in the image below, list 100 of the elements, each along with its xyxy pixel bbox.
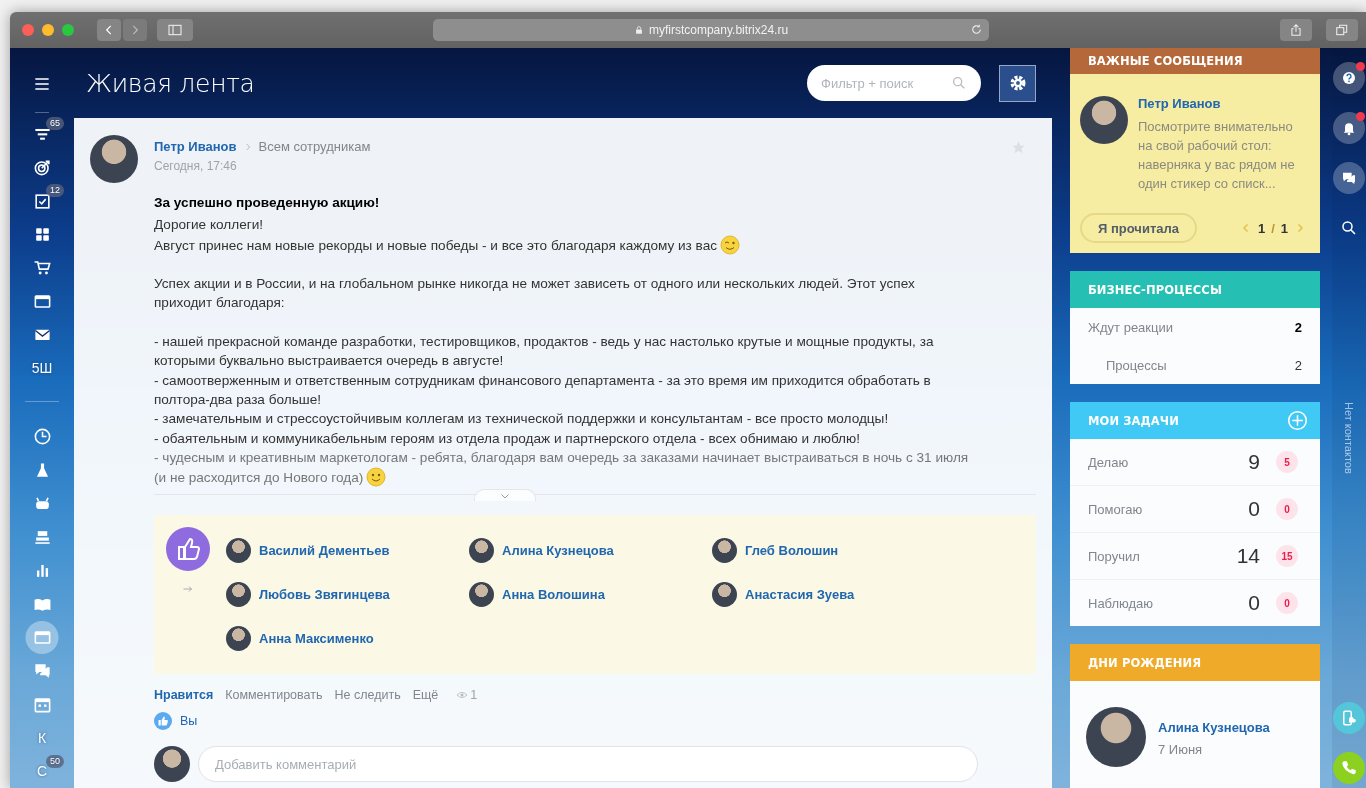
comment-field[interactable]: Добавить комментарий bbox=[198, 746, 978, 783]
notification-dot bbox=[1356, 112, 1365, 121]
message-text: Посмотрите внимательно на свой рабочий стол: наверняка у вас рядом не один стикер со списк... bbox=[1138, 118, 1296, 193]
widget-header: БИЗНЕС-ПРОЦЕССЫ bbox=[1070, 271, 1320, 308]
toolbar-button[interactable] bbox=[1333, 62, 1365, 94]
smiling-face-icon bbox=[366, 467, 387, 488]
phone-cloud-icon bbox=[1340, 709, 1358, 727]
person-link[interactable]: Глеб Волошин bbox=[745, 542, 839, 558]
avatar bbox=[226, 625, 251, 651]
sidebar-button[interactable]: 12 bbox=[18, 184, 66, 218]
process-count: 2 bbox=[1294, 357, 1302, 373]
post-text: Успех акции и в России, и на глобальном рынке никогда не может зависеть от одного или нескольких людей. Этот успех приходит благодаря: bbox=[154, 275, 916, 313]
search-field[interactable]: Фильтр + поиск bbox=[807, 65, 981, 101]
thumbs-up-icon bbox=[154, 712, 172, 731]
read-button[interactable]: Я прочитала bbox=[1080, 213, 1197, 243]
thumbs-up-icon bbox=[166, 527, 210, 572]
lock-icon bbox=[633, 25, 644, 35]
sidebar-toggle-button[interactable] bbox=[157, 19, 193, 41]
page-title: Живая лента bbox=[86, 68, 255, 98]
task-count: 14 bbox=[1235, 544, 1260, 568]
back-button[interactable] bbox=[97, 19, 121, 41]
window-control-icon bbox=[42, 24, 54, 36]
action-link[interactable]: Ещё bbox=[412, 688, 439, 703]
bell-icon bbox=[1341, 120, 1357, 136]
post-date: Сегодня, 17:46 bbox=[154, 159, 238, 173]
sidebar-item[interactable]: С 50 bbox=[18, 754, 66, 788]
person-link[interactable]: Анна Максименко bbox=[259, 630, 374, 646]
process-link[interactable]: Процессы bbox=[1106, 357, 1167, 373]
post-text: Дорогие коллеги! bbox=[154, 216, 265, 235]
person-link[interactable]: Любовь Звягинцева bbox=[259, 586, 390, 602]
person-link[interactable]: Алина Кузнецова bbox=[1158, 719, 1270, 735]
widget-header: ВАЖНЫЕ СООБЩЕНИЯ bbox=[1070, 48, 1320, 74]
sidebar-button[interactable]: 65 bbox=[18, 117, 66, 151]
add-icon[interactable] bbox=[1287, 410, 1308, 431]
share-button[interactable] bbox=[1280, 19, 1312, 41]
post-title: За успешно проведенную акцию! bbox=[154, 194, 381, 212]
counter-badge: 5 bbox=[1276, 451, 1298, 473]
task-link[interactable]: Делаю bbox=[1088, 454, 1220, 470]
reload-icon bbox=[970, 23, 983, 36]
post-text: - нашей прекрасной команде разработки, тестировщиков, продактов - ведь у нас настолько крутые и мощные продукты, за которыми буквально выстраивается очередь в августе! bbox=[154, 333, 935, 371]
author-link[interactable]: Петр Иванов bbox=[154, 139, 237, 154]
avatar bbox=[1080, 96, 1128, 144]
tabs-button[interactable] bbox=[1326, 19, 1358, 41]
window-control-icon bbox=[62, 24, 74, 36]
toolbar-button[interactable] bbox=[1333, 112, 1365, 144]
task-link[interactable]: Помогаю bbox=[1088, 501, 1220, 517]
search-icon bbox=[1340, 219, 1358, 237]
avatar bbox=[469, 537, 494, 563]
action-link[interactable]: Комментировать bbox=[225, 688, 323, 703]
post-text: Август принес нам новые рекорды и новые победы - и все это благодаря каждому из вас bbox=[154, 234, 972, 255]
share-icon bbox=[1289, 23, 1303, 37]
avatar bbox=[154, 746, 190, 783]
task-count: 0 bbox=[1247, 497, 1260, 521]
forward-button[interactable] bbox=[123, 19, 147, 41]
action-link[interactable]: Не следить bbox=[334, 688, 401, 703]
post-text: - обаятельным и коммуникабельным героям из отдела продаж и партнерского отдела - всех обнимаю и люблю! bbox=[154, 429, 862, 448]
person-link[interactable]: Василий Дементьев bbox=[259, 542, 390, 558]
task-count: 0 bbox=[1247, 591, 1260, 615]
sidebar-item[interactable]: 5Ш bbox=[18, 351, 66, 386]
checkbox-icon bbox=[32, 191, 52, 211]
task-link[interactable]: Наблюдаю bbox=[1088, 595, 1220, 611]
sidebar-icon bbox=[167, 22, 183, 38]
person-link[interactable]: Анастасия Зуева bbox=[745, 586, 855, 602]
call-button[interactable] bbox=[1333, 752, 1365, 784]
toolbar-button[interactable] bbox=[1333, 162, 1365, 194]
phone-button[interactable] bbox=[1333, 702, 1365, 734]
window-control-icon bbox=[22, 24, 34, 36]
search-icon bbox=[951, 75, 967, 91]
winking-face-icon bbox=[720, 234, 741, 255]
chat-icon bbox=[1341, 170, 1357, 186]
widget-title: МОИ ЗАДАЧИ bbox=[1088, 413, 1179, 428]
process-link[interactable]: Ждут реакции bbox=[1088, 319, 1173, 335]
url-text: myfirstcompany.bitrix24.ru bbox=[648, 23, 789, 37]
widget-header: ДНИ РОЖДЕНИЯ bbox=[1070, 644, 1320, 681]
target-icon bbox=[32, 158, 52, 178]
post-text: - чудесным и креативным маркетологам - ребята, благодаря вам очередь за заказами начинает выстраиваться в ночь с 31 июля (и не расходится до Нового года) bbox=[154, 448, 970, 488]
avatar bbox=[469, 581, 494, 607]
settings-button[interactable] bbox=[999, 64, 1036, 102]
author-link[interactable]: Петр Иванов bbox=[1138, 96, 1306, 111]
page-separator: / bbox=[1271, 220, 1275, 236]
task-link[interactable]: Поручил bbox=[1088, 548, 1220, 564]
post-text: - замечательным и стрессоустойчивым коллегам из технической поддержки и консультантам - все просто молодцы! bbox=[154, 410, 890, 429]
contacts-status: Нет контактов bbox=[1343, 402, 1355, 474]
avatar bbox=[712, 581, 737, 607]
address-bar[interactable]: myfirstcompany.bitrix24.ru bbox=[433, 19, 989, 41]
liked-by-text: Вы bbox=[180, 714, 198, 729]
view-count: 1 bbox=[456, 688, 478, 703]
post-text: - самоотверженным и ответственным сотрудникам финансового департамента - за это время им приходится обработать в полтора-два раза больше! bbox=[154, 371, 932, 409]
action-link[interactable]: Нравится bbox=[154, 688, 214, 703]
avatar bbox=[226, 537, 251, 563]
avatar bbox=[90, 135, 138, 183]
counter-badge: 0 bbox=[1276, 592, 1298, 614]
birthday-date: 7 Июня bbox=[1158, 741, 1204, 757]
counter-badge: 0 bbox=[1276, 498, 1298, 520]
help-icon bbox=[1341, 70, 1357, 86]
person-link[interactable]: Анна Волошина bbox=[502, 586, 605, 602]
window-icon bbox=[32, 628, 52, 647]
person-link[interactable]: Алина Кузнецова bbox=[502, 542, 614, 558]
phone-icon bbox=[1340, 759, 1358, 777]
avatar bbox=[1086, 707, 1146, 767]
